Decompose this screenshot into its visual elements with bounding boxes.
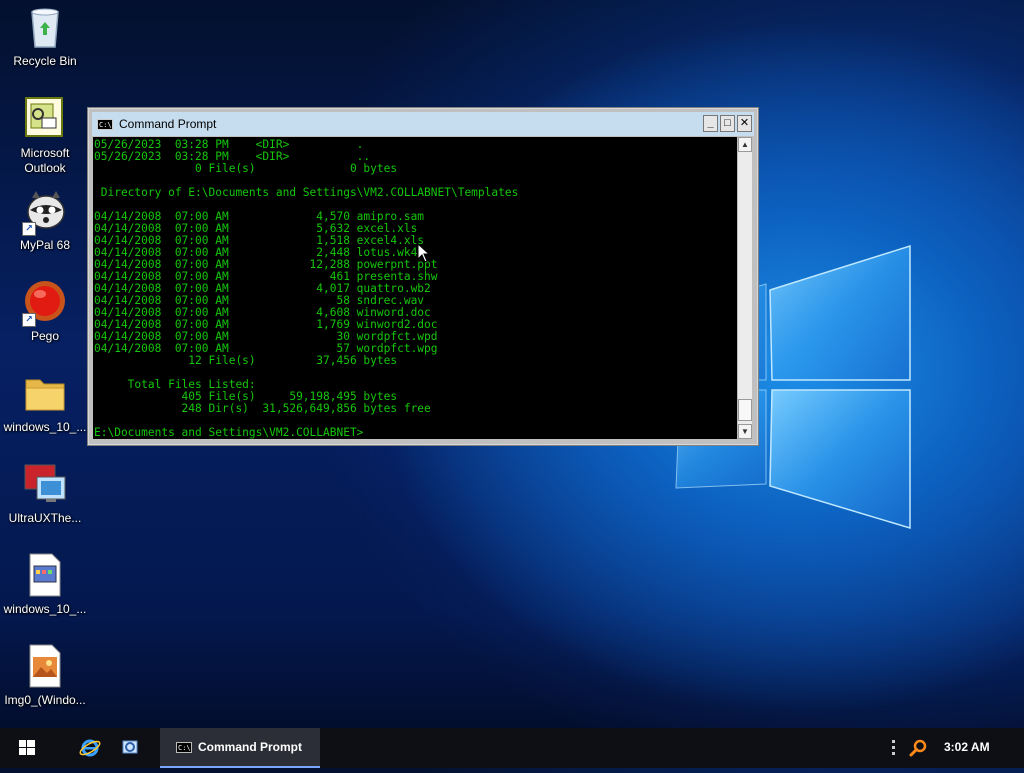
shortcut-arrow-icon: ↗ [22, 222, 36, 236]
command-prompt-window[interactable]: C:\ Command Prompt _ □ ✕ 05/26/2023 03:2… [88, 108, 758, 445]
desktop-icon-microsoft-outlook[interactable]: Microsoft Outlook [0, 96, 90, 176]
desktop-icon-label-line2: Outlook [24, 161, 66, 175]
desktop-icon-label: Pego [30, 329, 60, 343]
minimize-button[interactable]: _ [703, 115, 718, 132]
desktop-icon-label-line1: Microsoft [20, 146, 70, 160]
console-text: 05/26/2023 03:28 PM <DIR> . 05/26/2023 0… [94, 138, 519, 439]
desktop-icon-label: MyPal 68 [19, 238, 71, 252]
taskbar-clock[interactable]: 3:02 AM [944, 740, 990, 754]
desktop-icon-image-file[interactable]: Img0_(Windo... [0, 643, 90, 708]
document-icon [22, 552, 68, 598]
recycle-bin-icon [22, 4, 68, 50]
cmd-taskbar-icon: C:\ [176, 741, 192, 753]
cmd-window-icon[interactable]: C:\ [97, 118, 113, 130]
taskbar-item-label: Command Prompt [198, 740, 303, 754]
desktop-icon-label: windows_10_... [3, 602, 87, 616]
show-hidden-icons-handle-icon[interactable] [892, 740, 895, 756]
taskbar-item-command-prompt[interactable]: C:\ Command Prompt [160, 728, 320, 768]
scrollbar-thumb[interactable] [738, 399, 752, 421]
image-file-icon [22, 643, 68, 689]
taskbar-pin-control-panel[interactable] [110, 728, 150, 768]
desktop-icon-mypal[interactable]: ↗ MyPal 68 [0, 188, 90, 253]
internet-explorer-icon [79, 739, 101, 757]
search-icon[interactable] [908, 738, 928, 758]
desktop-icon-label: windows_10_... [3, 420, 87, 434]
folder-icon [22, 370, 68, 416]
desktop-icon-document[interactable]: windows_10_... [0, 552, 90, 617]
vertical-scrollbar[interactable]: ▲ ▼ [737, 137, 752, 439]
start-button[interactable] [0, 728, 52, 768]
shortcut-arrow-icon: ↗ [22, 313, 36, 327]
desktop-icon-label: UltraUXThe... [8, 511, 82, 525]
scroll-up-button[interactable]: ▲ [738, 137, 752, 152]
desktop-icon-folder[interactable]: windows_10_... [0, 370, 90, 435]
taskbar-pin-internet-explorer[interactable] [70, 728, 110, 768]
desktop-icon-ultrauxtheme[interactable]: UltraUXThe... [0, 461, 90, 526]
console-output[interactable]: 05/26/2023 03:28 PM <DIR> . 05/26/2023 0… [93, 137, 737, 439]
close-button[interactable]: ✕ [737, 115, 752, 132]
desktop-icon-label: Img0_(Windo... [4, 693, 86, 707]
maximize-button[interactable]: □ [720, 115, 735, 132]
control-panel-icon [122, 740, 138, 754]
mouse-pointer-icon [417, 243, 429, 263]
windows-start-icon [19, 740, 35, 755]
ultrauxtheme-icon [22, 461, 68, 507]
taskbar: C:\ Command Prompt 3:02 AM [0, 728, 1024, 768]
desktop-icon-label: Recycle Bin [13, 54, 77, 68]
window-titlebar[interactable]: C:\ Command Prompt _ □ ✕ [92, 112, 754, 136]
window-controls: _ □ ✕ [703, 115, 752, 132]
mypal-icon: ↗ [22, 188, 68, 236]
desktop-icon-recycle-bin[interactable]: Recycle Bin [0, 4, 90, 69]
pego-icon: ↗ [22, 279, 68, 327]
desktop-icon-pego[interactable]: ↗ Pego [0, 279, 90, 344]
scroll-down-button[interactable]: ▼ [738, 424, 752, 439]
window-title: Command Prompt [119, 117, 217, 131]
outlook-icon [22, 96, 68, 142]
